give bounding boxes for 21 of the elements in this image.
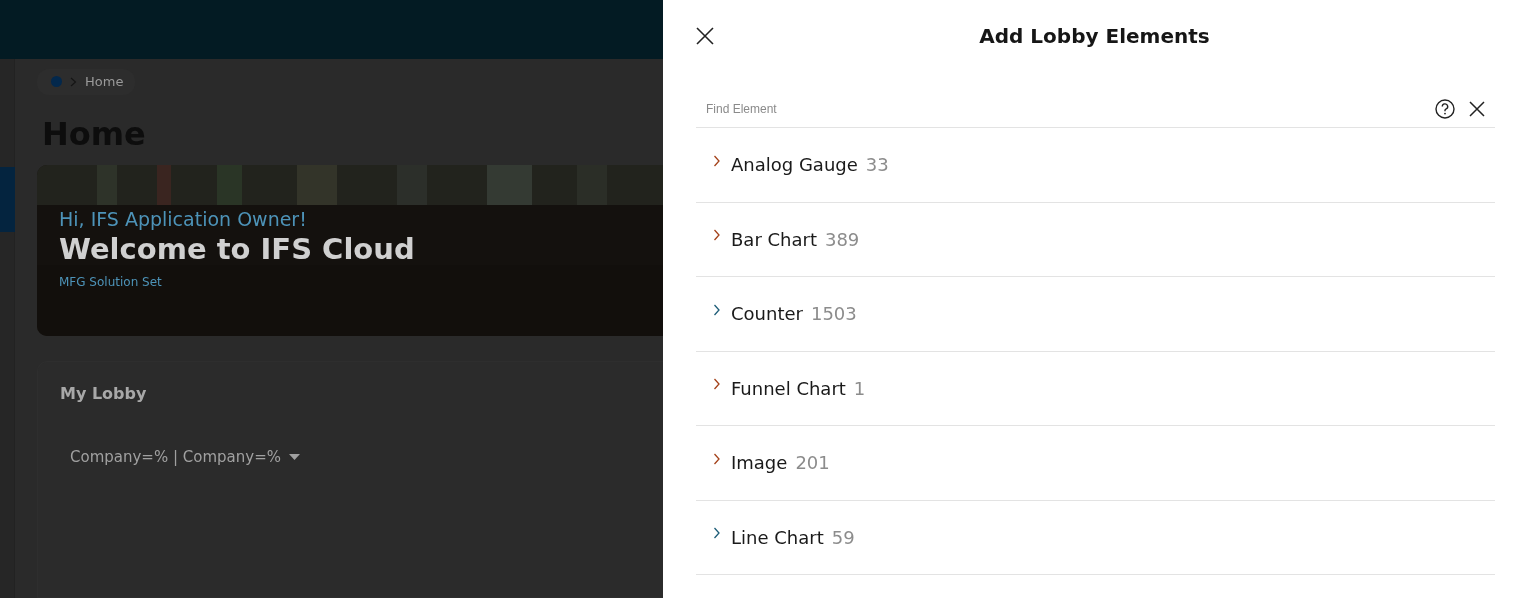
help-icon (1435, 98, 1455, 119)
filter-dropdown[interactable]: Company=% | Company=% (60, 445, 300, 469)
greeting-text: Hi, IFS Application Owner! (59, 206, 308, 232)
element-category[interactable]: Counter 1503 (696, 277, 1495, 352)
element-category[interactable]: Image 201 (696, 426, 1495, 501)
help-button[interactable] (1435, 98, 1455, 119)
caret-icon (288, 454, 300, 461)
chevron-icon (70, 76, 77, 87)
close-icon (696, 27, 714, 45)
subtitle-text: MFG Solution Set (59, 273, 163, 291)
element-category[interactable]: Funnel Chart 1 (696, 351, 1495, 426)
element-category[interactable]: Bar Chart 389 (696, 202, 1495, 277)
welcome-heading: Welcome to IFS Cloud (59, 233, 416, 267)
element-category[interactable]: Line Chart 59 (696, 500, 1495, 575)
clear-button[interactable] (1469, 100, 1485, 117)
element-category[interactable]: Analog Gauge 33 (696, 128, 1495, 203)
lobby-title: My Lobby (60, 382, 148, 405)
close-button[interactable] (696, 27, 714, 45)
breadcrumb-link[interactable]: Home (85, 72, 124, 92)
panel-title: Add Lobby Elements (978, 23, 1211, 50)
clear-icon (1469, 100, 1485, 117)
